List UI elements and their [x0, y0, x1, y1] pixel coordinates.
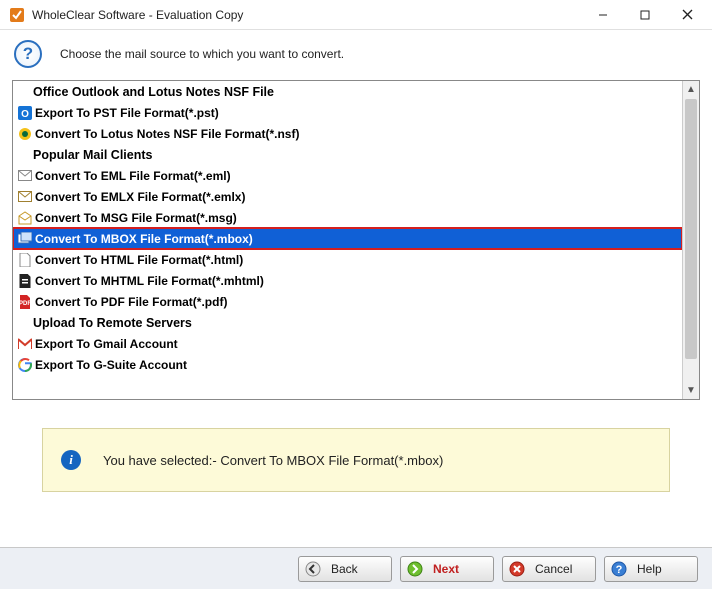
status-panel: i You have selected:- Convert To MBOX Fi…: [42, 428, 670, 492]
scroll-up-icon[interactable]: ▲: [683, 81, 699, 98]
help-button[interactable]: ? Help: [604, 556, 698, 582]
status-text: You have selected:- Convert To MBOX File…: [103, 453, 443, 468]
item-pdf[interactable]: PDF Convert To PDF File Format(*.pdf): [13, 291, 682, 312]
help-icon: ?: [611, 561, 627, 577]
group-header-popular: Popular Mail Clients: [13, 144, 682, 165]
item-pst[interactable]: O Export To PST File Format(*.pst): [13, 102, 682, 123]
item-nsf[interactable]: Convert To Lotus Notes NSF File Format(*…: [13, 123, 682, 144]
item-gsuite[interactable]: Export To G-Suite Account: [13, 354, 682, 375]
maximize-button[interactable]: [624, 1, 666, 29]
svg-text:O: O: [21, 109, 29, 120]
file-dark-icon: [17, 273, 32, 288]
arrow-right-icon: [407, 561, 423, 577]
svg-text:?: ?: [616, 564, 623, 576]
close-button[interactable]: [666, 1, 708, 29]
question-icon: ?: [14, 40, 42, 68]
item-label: Export To G-Suite Account: [35, 358, 187, 372]
window-title: WholeClear Software - Evaluation Copy: [32, 8, 243, 22]
titlebar: WholeClear Software - Evaluation Copy: [0, 0, 712, 30]
gmail-icon: [17, 336, 32, 351]
item-label: Convert To EML File Format(*.eml): [35, 169, 231, 183]
minimize-button[interactable]: [582, 1, 624, 29]
cancel-button[interactable]: Cancel: [502, 556, 596, 582]
group-header-upload: Upload To Remote Servers: [13, 312, 682, 333]
app-icon: [8, 6, 26, 24]
item-eml[interactable]: Convert To EML File Format(*.eml): [13, 165, 682, 186]
window-stack-icon: [17, 231, 32, 246]
mail-icon: [17, 189, 32, 204]
item-label: Convert To MBOX File Format(*.mbox): [35, 232, 253, 246]
mail-open-icon: [17, 210, 32, 225]
mail-icon: [17, 168, 32, 183]
item-label: Convert To HTML File Format(*.html): [35, 253, 243, 267]
group-header-office: Office Outlook and Lotus Notes NSF File: [13, 81, 682, 102]
item-label: Convert To PDF File Format(*.pdf): [35, 295, 227, 309]
instruction-text: Choose the mail source to which you want…: [60, 47, 344, 61]
back-button[interactable]: Back: [298, 556, 392, 582]
button-label: Next: [433, 562, 459, 576]
item-emlx[interactable]: Convert To EMLX File Format(*.emlx): [13, 186, 682, 207]
button-label: Back: [331, 562, 358, 576]
button-label: Cancel: [535, 562, 572, 576]
item-label: Convert To MSG File Format(*.msg): [35, 211, 237, 225]
item-mbox[interactable]: Convert To MBOX File Format(*.mbox): [13, 228, 682, 249]
next-button[interactable]: Next: [400, 556, 494, 582]
item-label: Export To Gmail Account: [35, 337, 178, 351]
svg-text:PDF: PDF: [19, 301, 31, 307]
item-label: Export To PST File Format(*.pst): [35, 106, 219, 120]
scrollbar[interactable]: ▲ ▼: [682, 81, 699, 399]
item-label: Convert To MHTML File Format(*.mhtml): [35, 274, 264, 288]
file-icon: [17, 252, 32, 267]
google-icon: [17, 357, 32, 372]
item-label: Convert To Lotus Notes NSF File Format(*…: [35, 127, 299, 141]
button-label: Help: [637, 562, 662, 576]
item-html[interactable]: Convert To HTML File Format(*.html): [13, 249, 682, 270]
header-area: ? Choose the mail source to which you wa…: [0, 30, 712, 80]
info-icon: i: [61, 450, 81, 470]
lotus-icon: [17, 126, 32, 141]
scroll-thumb[interactable]: [685, 99, 697, 359]
item-gmail[interactable]: Export To Gmail Account: [13, 333, 682, 354]
pdf-icon: PDF: [17, 294, 32, 309]
item-label: Convert To EMLX File Format(*.emlx): [35, 190, 245, 204]
item-mhtml[interactable]: Convert To MHTML File Format(*.mhtml): [13, 270, 682, 291]
button-bar: Back Next Cancel ? Help: [0, 547, 712, 589]
outlook-icon: O: [17, 105, 32, 120]
scroll-down-icon[interactable]: ▼: [683, 382, 699, 399]
cancel-icon: [509, 561, 525, 577]
format-list: Office Outlook and Lotus Notes NSF File …: [12, 80, 700, 400]
arrow-left-icon: [305, 561, 321, 577]
item-msg[interactable]: Convert To MSG File Format(*.msg): [13, 207, 682, 228]
